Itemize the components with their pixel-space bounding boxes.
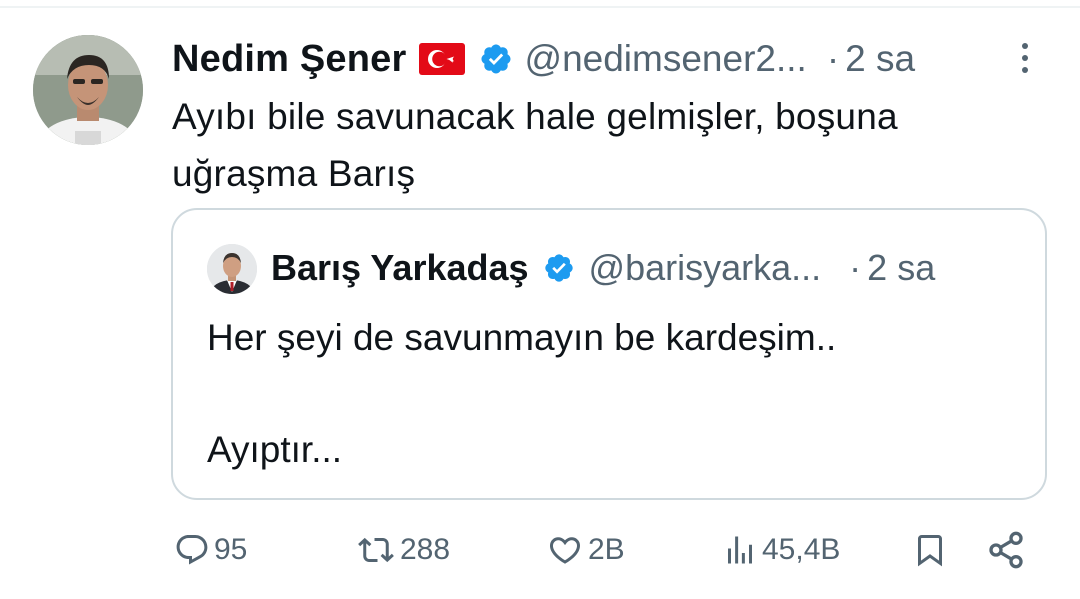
verified-badge-icon [543,252,575,284]
views-button[interactable]: 45,4B [722,528,840,572]
views-icon [722,532,758,568]
turkey-flag-icon [418,43,465,75]
more-icon[interactable] [1010,38,1040,78]
author-handle[interactable]: @nedimsener2... [525,38,807,80]
tweet-header: Nedim Şener @nedimsener2... · 2 sa [172,38,1052,80]
retweet-icon [356,532,396,568]
like-button[interactable]: 2B [546,528,625,572]
quoted-author-handle[interactable]: @barisyarka... [589,247,822,289]
retweet-count: 288 [400,533,451,566]
quoted-author-avatar[interactable] [207,244,257,294]
time-separator: · [849,247,862,288]
share-button[interactable] [986,528,1026,572]
bookmark-button[interactable] [912,528,948,572]
tweet[interactable]: Nedim Şener @nedimsener2... · 2 sa Ayıbı… [0,0,1080,599]
like-icon [546,532,584,568]
bookmark-icon [912,531,948,569]
time-separator: · [826,38,840,79]
reply-icon [174,532,210,568]
tweet-text-line: Ayıbı bile savunacak hale gelmişler, boş… [172,96,898,137]
share-icon [986,530,1026,570]
tweet-time[interactable]: 2 sa [845,38,915,80]
like-count: 2B [588,533,625,566]
reply-count: 95 [214,533,248,566]
views-count: 45,4B [762,533,841,566]
tweet-text: Ayıbı bile savunacak hale gelmişler, boş… [172,88,1032,202]
quoted-text-line: Ayıptır... [207,429,343,470]
quoted-tweet-time[interactable]: 2 sa [867,247,935,289]
quoted-tweet-card[interactable]: Barış Yarkadaş @barisyarka... · 2 sa Her… [171,208,1047,500]
tweet-actions: 95 288 2B 45,4B [0,520,1080,580]
quoted-tweet-header: Barış Yarkadaş @barisyarka... · 2 sa [271,246,1031,290]
quoted-tweet-text: Her şeyi de savunmayın be kardeşim.. Ayı… [207,310,1007,478]
quoted-text-line: Her şeyi de savunmayın be kardeşim.. [207,317,837,358]
tweet-text-line: uğraşma Barış [172,153,416,194]
quoted-text-blank-line [207,366,1007,422]
author-avatar[interactable] [33,35,143,145]
author-name[interactable]: Nedim Şener [172,38,407,81]
reply-button[interactable]: 95 [174,528,247,572]
retweet-button[interactable]: 288 [356,528,450,572]
quoted-author-name[interactable]: Barış Yarkadaş [271,247,529,289]
verified-badge-icon [479,42,513,76]
